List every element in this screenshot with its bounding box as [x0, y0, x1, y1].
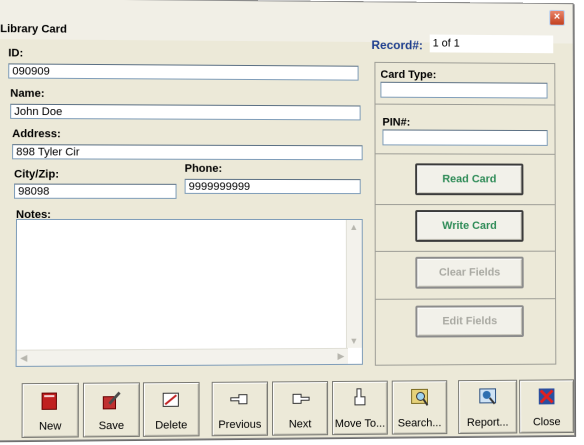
previous-button[interactable]: Previous: [211, 381, 269, 437]
id-label: ID:: [8, 47, 24, 60]
window-title: Library Card: [0, 23, 67, 36]
next-label: Next: [288, 418, 312, 431]
record-value: 1 of 1: [429, 34, 554, 54]
search-button[interactable]: Search...: [391, 380, 448, 435]
scroll-right-icon[interactable]: ▶: [334, 349, 348, 363]
report-button[interactable]: Report...: [458, 379, 518, 435]
phone-field[interactable]: 9999999999: [184, 178, 361, 195]
scroll-left-icon[interactable]: ◀: [17, 351, 31, 365]
save-button[interactable]: Save: [82, 382, 140, 438]
window-close-icon[interactable]: ×: [549, 9, 565, 26]
edit-fields-button[interactable]: Edit Fields: [415, 305, 524, 338]
read-card-button[interactable]: Read Card: [415, 163, 524, 196]
card-type-field[interactable]: [380, 81, 548, 99]
pin-field[interactable]: [382, 129, 548, 146]
bottom-toolbar: New Save Delete Previous Next Move To...: [0, 371, 575, 440]
report-label: Report...: [466, 416, 509, 429]
hand-pointing-down-icon: [354, 388, 366, 406]
cityzip-field[interactable]: 98098: [14, 183, 177, 199]
move-to-label: Move To...: [334, 417, 386, 431]
new-book-icon: [39, 389, 62, 411]
window-frame: Library Card × ID: 090909 Name: John Doe…: [0, 0, 576, 442]
search-label: Search...: [397, 417, 442, 430]
new-label: New: [38, 420, 62, 433]
new-button[interactable]: New: [21, 382, 79, 438]
clear-fields-button[interactable]: Clear Fields: [415, 256, 524, 289]
notes-textarea[interactable]: ▲ ▼ ◀ ▶: [15, 218, 363, 367]
report-icon: [477, 386, 499, 408]
notes-vertical-scrollbar[interactable]: ▲ ▼: [345, 220, 362, 348]
save-label: Save: [98, 419, 125, 433]
name-field[interactable]: John Doe: [10, 103, 361, 121]
panel-divider: [375, 204, 556, 206]
write-card-button[interactable]: Write Card: [415, 210, 524, 242]
card-type-label: Card Type:: [380, 68, 437, 82]
close-button[interactable]: Close: [519, 379, 575, 434]
previous-label: Previous: [218, 418, 262, 432]
delete-button[interactable]: Delete: [142, 381, 200, 437]
delete-record-icon: [160, 388, 182, 410]
save-pencil-icon: [100, 391, 121, 411]
address-field[interactable]: 898 Tyler Cir: [12, 144, 363, 161]
cityzip-label: City/Zip:: [14, 168, 59, 181]
scroll-up-icon[interactable]: ▲: [347, 220, 361, 234]
move-to-button[interactable]: Move To...: [332, 380, 388, 436]
name-label: Name:: [10, 87, 45, 100]
close-label: Close: [532, 416, 561, 429]
hand-pointing-right-icon: [291, 393, 310, 404]
search-magnifier-icon: [409, 386, 431, 408]
library-card-window: Library Card × ID: 090909 Name: John Doe…: [0, 0, 581, 445]
id-field[interactable]: 090909: [8, 63, 359, 81]
delete-label: Delete: [155, 419, 188, 432]
next-button[interactable]: Next: [272, 381, 329, 436]
scroll-down-icon[interactable]: ▼: [347, 334, 361, 348]
phone-label: Phone:: [184, 162, 223, 175]
notes-horizontal-scrollbar[interactable]: ◀ ▶: [16, 347, 348, 366]
record-label: Record#:: [371, 38, 423, 53]
address-label: Address:: [12, 128, 61, 141]
pin-label: PIN#:: [382, 116, 411, 129]
hand-pointing-left-icon: [229, 388, 251, 410]
close-x-icon: [536, 385, 558, 407]
